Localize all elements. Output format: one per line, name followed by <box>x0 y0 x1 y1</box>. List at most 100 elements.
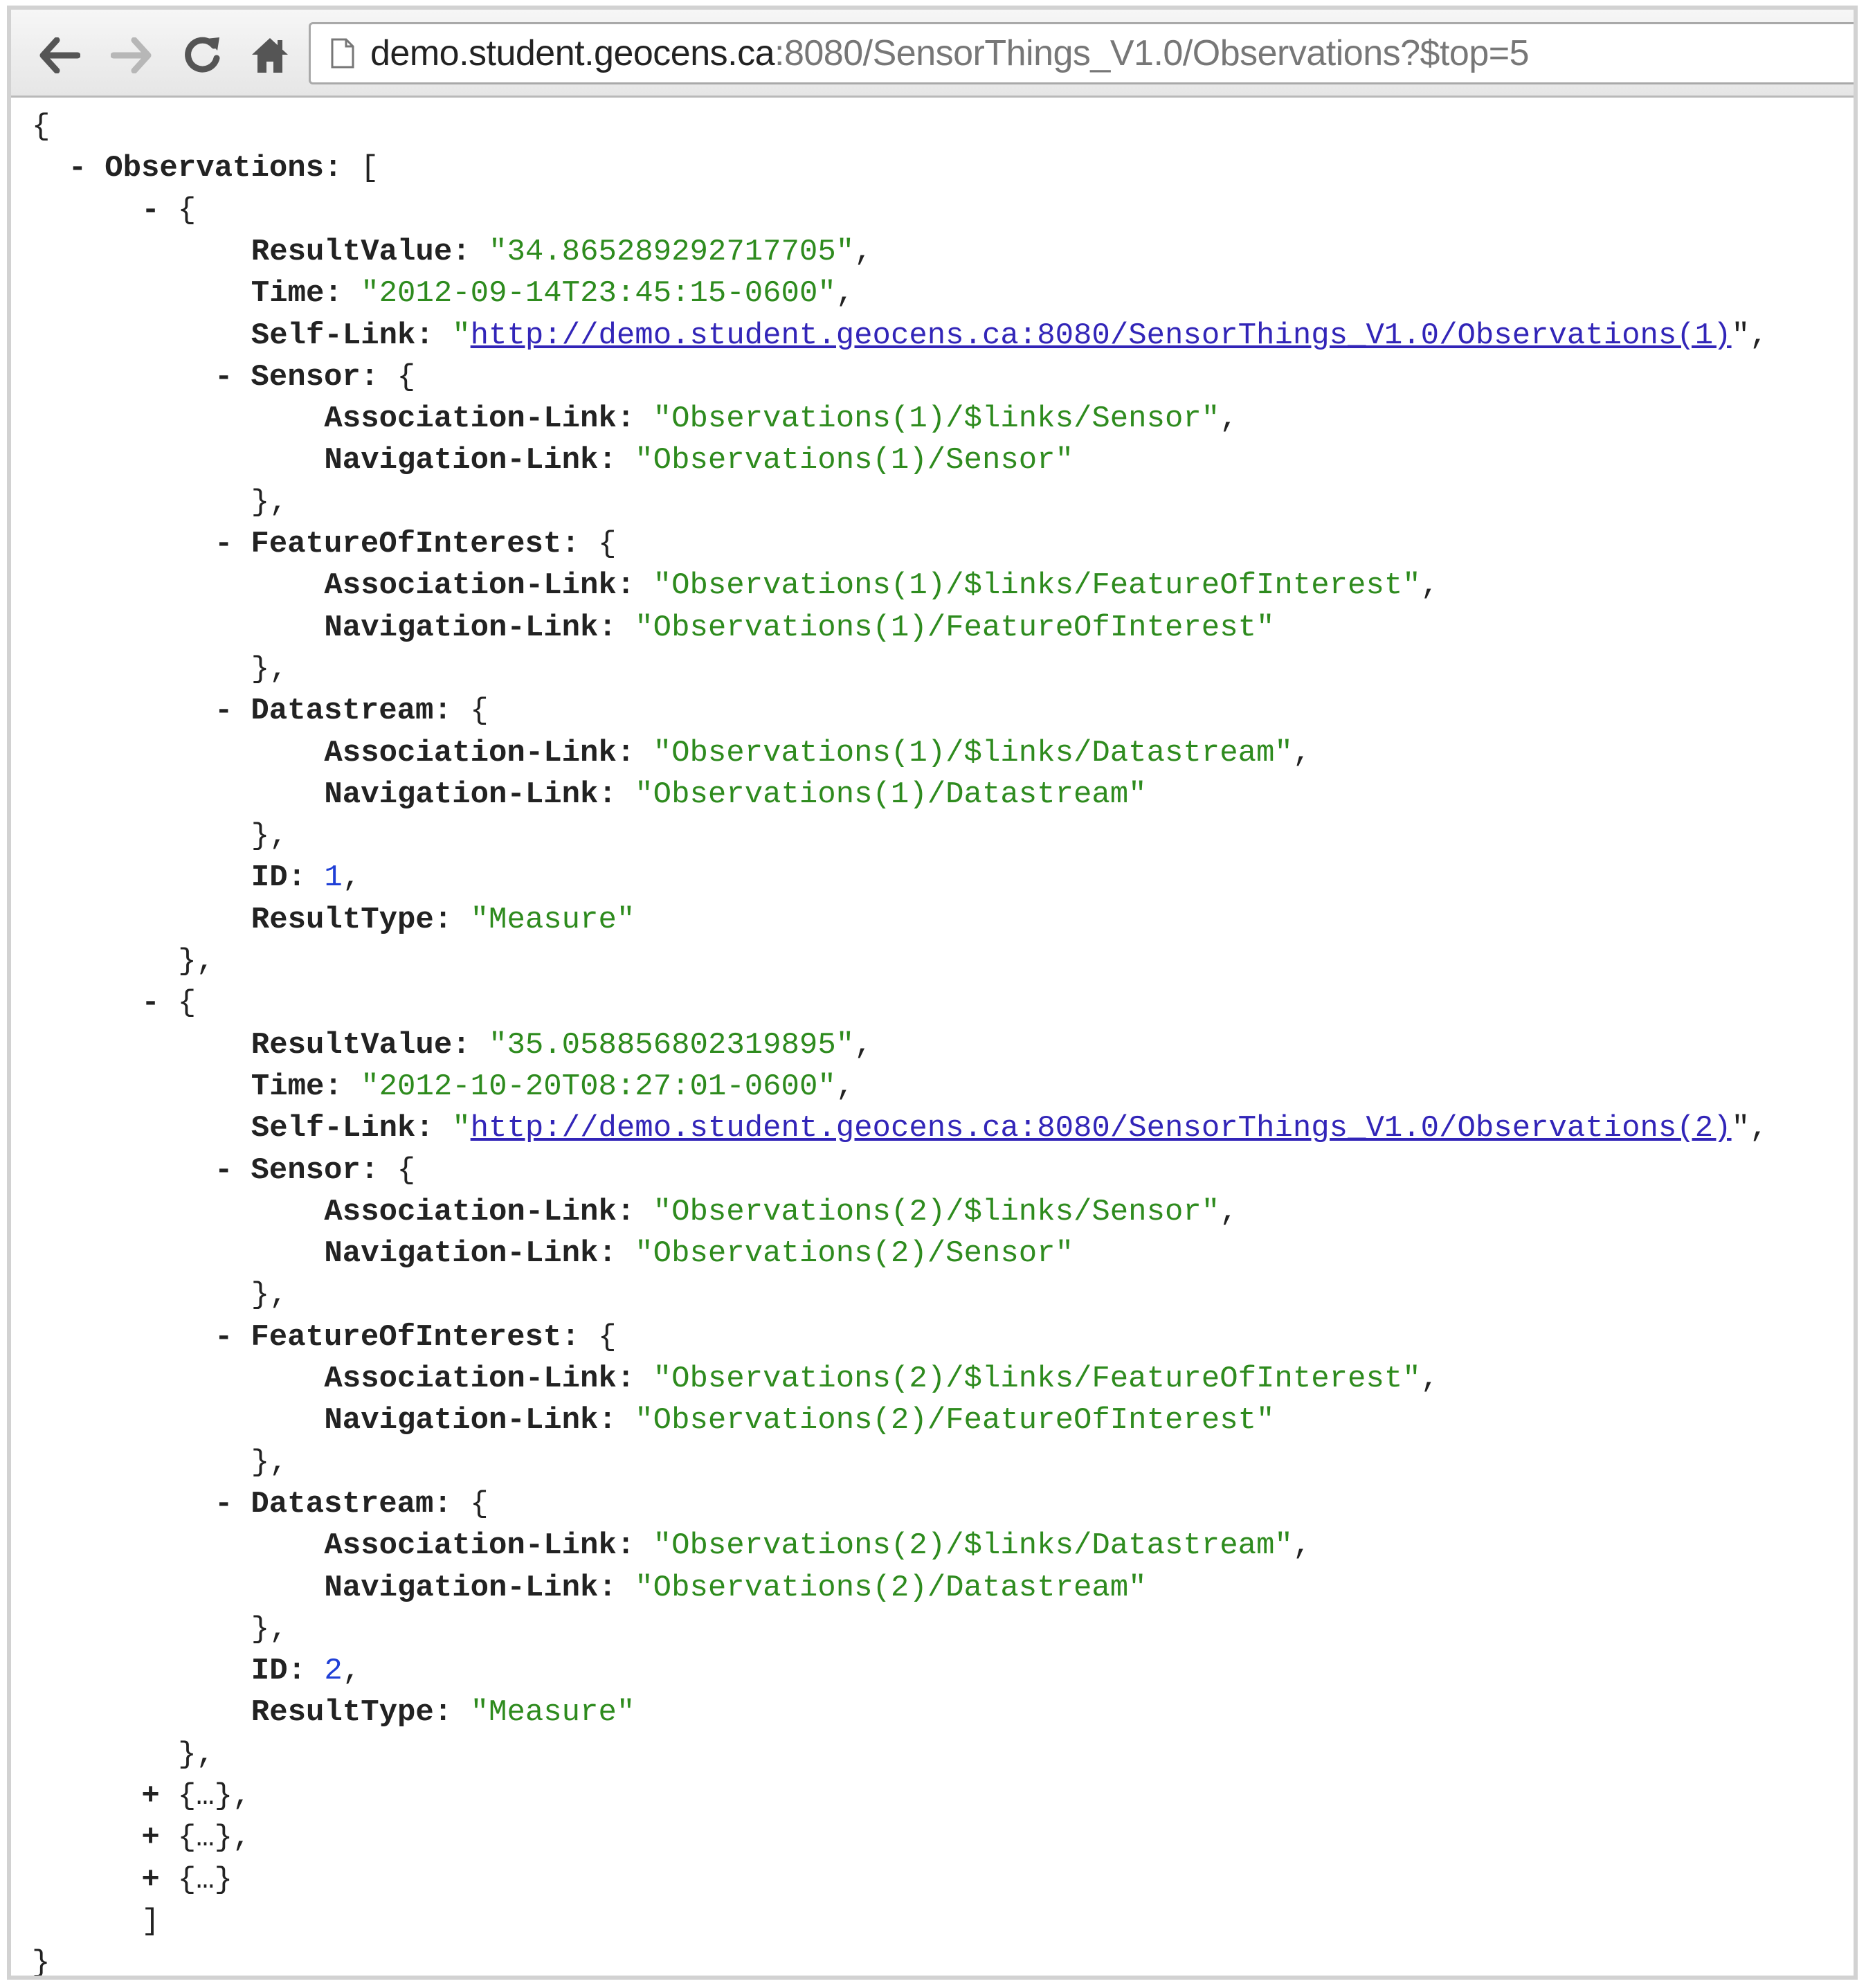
punctuation <box>306 1654 324 1688</box>
json-sensor-open: - Sensor: { <box>11 356 1854 398</box>
json-line-id: ID: 2, <box>11 1650 1854 1692</box>
reload-button[interactable] <box>176 29 228 82</box>
punctuation: , <box>1420 568 1440 604</box>
json-key: ID: <box>251 1654 307 1689</box>
punctuation: }, <box>178 944 215 979</box>
punctuation: , <box>342 860 361 896</box>
json-string-value: "35.058856802319895" <box>489 1027 855 1063</box>
json-key: ID: <box>251 860 307 896</box>
punctuation <box>617 611 635 645</box>
json-object-close: }, <box>11 649 1854 690</box>
punctuation: }, <box>251 651 288 687</box>
punctuation <box>452 694 470 728</box>
punctuation: , <box>854 234 873 269</box>
json-key: Association-Link: <box>324 1528 635 1564</box>
json-string-value: "2012-10-20T08:27:01-0600" <box>361 1069 836 1104</box>
punctuation <box>342 151 360 186</box>
url-host: demo.student.geocens.ca <box>370 33 775 73</box>
json-key: Datastream: <box>251 694 452 729</box>
self-link[interactable]: http://demo.student.geocens.ca:8080/Sens… <box>471 318 1732 353</box>
json-line-navigation-link: Navigation-Link: "Observations(2)/Sensor… <box>11 1233 1854 1274</box>
back-button[interactable] <box>33 29 86 82</box>
punctuation <box>159 1863 177 1897</box>
punctuation <box>617 1403 635 1438</box>
json-key: Self-Link: <box>251 318 434 353</box>
json-object-close: }, <box>11 1442 1854 1483</box>
json-key: Time: <box>251 276 343 311</box>
collapse-toggle[interactable]: - <box>215 523 233 565</box>
json-object-open: - { <box>11 190 1854 231</box>
punctuation: { <box>177 986 197 1021</box>
punctuation <box>233 360 251 395</box>
punctuation <box>452 1695 470 1730</box>
punctuation <box>471 235 489 269</box>
collapse-toggle[interactable]: - <box>215 356 233 398</box>
json-string-value: "Measure" <box>470 1695 635 1731</box>
punctuation <box>233 694 251 728</box>
punctuation: { <box>397 359 416 395</box>
json-key: Self-Link: <box>251 1111 434 1146</box>
json-string-value: "Observations(1)/$links/FeatureOfInteres… <box>653 568 1421 604</box>
collapse-toggle[interactable]: + <box>141 1775 159 1817</box>
json-line-resulttype: ResultType: "Measure" <box>11 1692 1854 1733</box>
punctuation <box>379 360 397 395</box>
forward-button[interactable] <box>105 29 158 82</box>
json-key: Association-Link: <box>324 1194 635 1229</box>
punctuation: , <box>1220 1194 1238 1229</box>
punctuation <box>233 527 251 561</box>
json-line-resultvalue: ResultValue: "35.058856802319895", <box>11 1024 1854 1066</box>
json-number-value: 1 <box>324 860 343 896</box>
collapse-toggle[interactable]: - <box>141 982 159 1024</box>
punctuation: { <box>598 527 617 561</box>
json-datastream-open: - Datastream: { <box>11 690 1854 732</box>
punctuation <box>159 1820 177 1855</box>
punctuation: { <box>32 109 51 144</box>
punctuation <box>580 1320 598 1355</box>
page-icon <box>330 37 355 69</box>
home-button[interactable] <box>244 29 296 82</box>
punctuation <box>635 736 653 770</box>
collapse-toggle[interactable]: - <box>215 690 233 732</box>
punctuation: , <box>1292 1528 1312 1564</box>
punctuation: , <box>854 1027 873 1063</box>
json-key-observations: Observations: <box>105 151 343 186</box>
punctuation <box>635 1528 653 1563</box>
punctuation <box>617 443 635 478</box>
collapse-toggle[interactable]: + <box>141 1817 159 1859</box>
collapse-toggle[interactable]: - <box>141 190 159 231</box>
punctuation <box>159 1779 177 1814</box>
json-key: Navigation-Link: <box>324 777 617 812</box>
json-line-navigation-link: Navigation-Link: "Observations(1)/Featur… <box>11 607 1854 649</box>
json-key: Association-Link: <box>324 401 635 437</box>
url-path: :8080/SensorThings_V1.0/Observations?$to… <box>775 33 1530 73</box>
collapse-toggle[interactable]: - <box>215 1150 233 1191</box>
json-key: Navigation-Link: <box>324 610 617 645</box>
address-bar[interactable]: demo.student.geocens.ca:8080/SensorThing… <box>309 22 1854 84</box>
self-link[interactable]: http://demo.student.geocens.ca:8080/Sens… <box>471 1111 1732 1146</box>
punctuation <box>233 1153 251 1188</box>
punctuation: , <box>1220 401 1238 437</box>
punctuation <box>159 193 177 228</box>
json-array-open: - Observations: [ <box>11 147 1854 189</box>
json-line-time: Time: "2012-10-20T08:27:01-0600", <box>11 1066 1854 1108</box>
json-object-close: }, <box>11 815 1854 857</box>
punctuation: [ <box>360 151 379 186</box>
punctuation <box>635 568 653 603</box>
json-line-resultvalue: ResultValue: "34.865289292717705", <box>11 231 1854 273</box>
punctuation <box>452 1487 470 1521</box>
json-key: Navigation-Link: <box>324 1570 617 1605</box>
punctuation: }, <box>251 1611 288 1647</box>
collapse-toggle[interactable]: + <box>141 1859 159 1901</box>
json-key: Association-Link: <box>324 735 635 770</box>
browser-toolbar: demo.student.geocens.ca:8080/SensorThing… <box>11 10 1854 98</box>
json-line-resulttype: ResultType: "Measure" <box>11 899 1854 941</box>
json-string-value: "Observations(2)/$links/Sensor" <box>653 1194 1220 1229</box>
collapse-toggle[interactable]: - <box>69 147 87 189</box>
punctuation: , <box>835 1069 855 1104</box>
json-object-close: }, <box>11 1734 1854 1775</box>
punctuation: , <box>342 1654 361 1689</box>
json-line-navigation-link: Navigation-Link: "Observations(1)/Sensor… <box>11 440 1854 481</box>
json-string-value: "Observations(2)/Datastream" <box>635 1570 1147 1605</box>
collapse-toggle[interactable]: - <box>215 1483 233 1525</box>
collapse-toggle[interactable]: - <box>215 1317 233 1358</box>
